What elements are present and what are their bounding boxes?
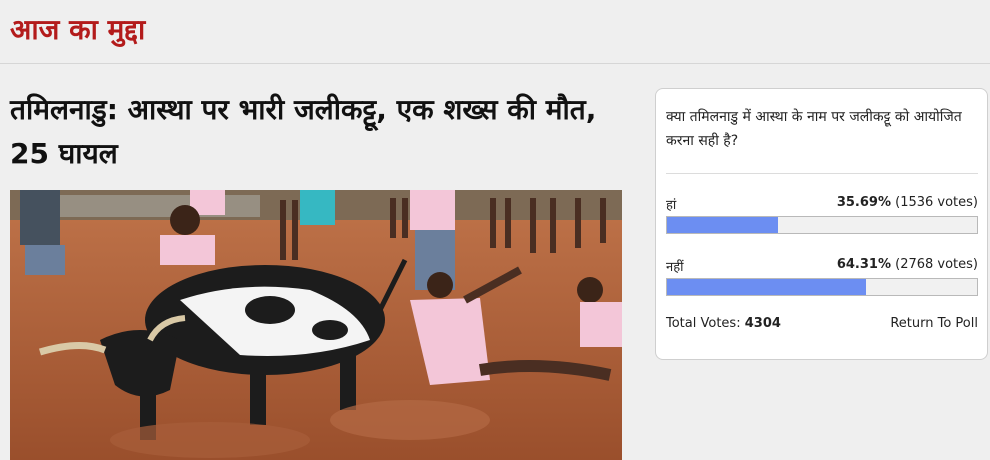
poll-divider xyxy=(666,173,978,174)
poll-question: क्या तमिलनाडु में आस्था के नाम पर जलीकट्… xyxy=(666,109,962,149)
option-votes: (2768 votes) xyxy=(895,257,978,272)
option-votes: (1536 votes) xyxy=(895,195,978,210)
option-percent: 35.69% xyxy=(836,195,891,210)
total-votes: Total Votes: 4304 xyxy=(666,316,781,331)
poll-option-yes: हां 35.69% (1536 votes) xyxy=(666,193,978,213)
poll-option-no: नहीं 64.31% (2768 votes) xyxy=(666,255,978,275)
poll-bar-yes xyxy=(666,216,978,234)
option-stats: 35.69% (1536 votes) xyxy=(837,195,978,210)
poll-bar-fill xyxy=(667,217,778,233)
section-title: आज का मुद्दा xyxy=(10,13,146,46)
option-percent: 64.31% xyxy=(836,257,891,272)
total-votes-label: Total Votes: xyxy=(666,316,741,331)
jallikattu-photo-illustration xyxy=(10,190,622,460)
option-label: नहीं xyxy=(666,260,684,275)
total-votes-value: 4304 xyxy=(744,316,781,331)
option-stats: 64.31% (2768 votes) xyxy=(837,257,978,272)
return-to-poll-link[interactable]: Return To Poll xyxy=(890,316,978,331)
poll-bar-fill xyxy=(667,279,867,295)
article-headline[interactable]: तमिलनाडु: आस्था पर भारी जलीकट्टू, एक शख्… xyxy=(10,88,625,176)
article-photo[interactable] xyxy=(10,190,622,460)
option-label: हां xyxy=(666,198,677,213)
poll-card: क्या तमिलनाडु में आस्था के नाम पर जलीकट्… xyxy=(655,88,988,360)
poll-bar-no xyxy=(666,278,978,296)
section-divider xyxy=(0,63,990,64)
